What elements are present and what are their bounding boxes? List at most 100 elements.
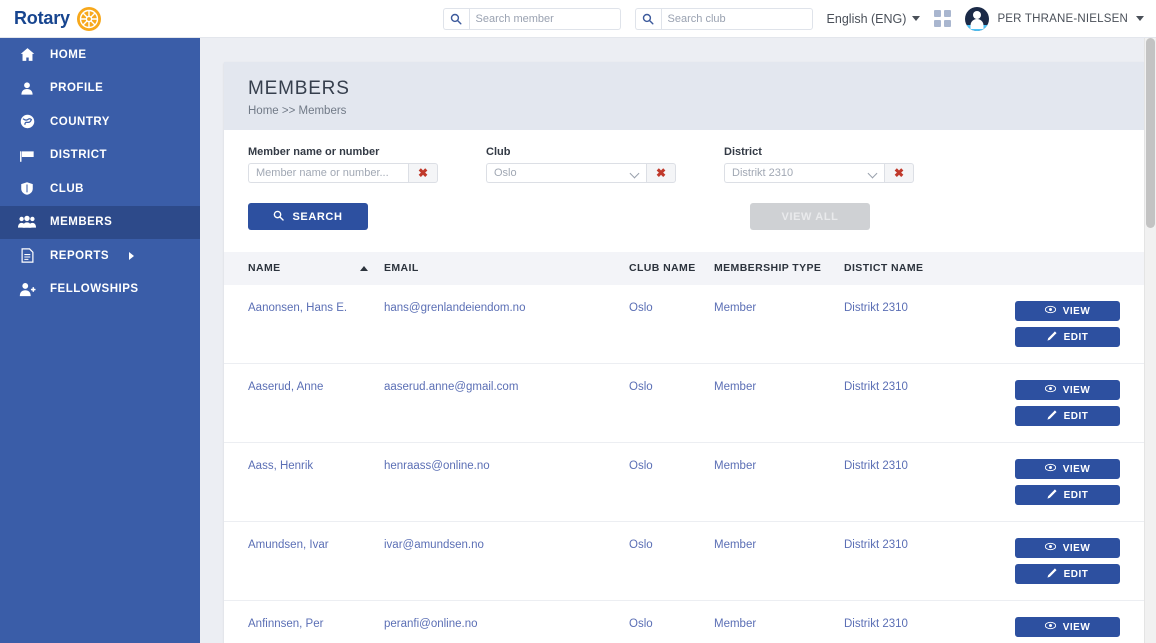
- eye-icon: [1044, 542, 1056, 554]
- view-button[interactable]: VIEW: [1015, 301, 1120, 322]
- header-right-tools: English (ENG) PER THRANE-NIELSEN: [200, 0, 1156, 38]
- edit-button-label: EDIT: [1063, 410, 1089, 422]
- column-header-name[interactable]: NAME: [224, 252, 384, 286]
- globe-icon: [18, 114, 36, 129]
- sidebar-item-label: CLUB: [50, 182, 84, 195]
- search-button[interactable]: SEARCH: [248, 203, 368, 230]
- cell-actions: VIEW EDIT: [944, 363, 1144, 444]
- sidebar-item-fellowships[interactable]: FELLOWSHIPS: [0, 273, 200, 307]
- sort-asc-icon: [360, 266, 368, 271]
- view-all-button[interactable]: VIEW ALL: [750, 203, 870, 230]
- filter-district: District Distrikt 2310 ✖: [724, 146, 914, 183]
- vertical-scrollbar[interactable]: [1144, 38, 1156, 643]
- language-selector[interactable]: English (ENG): [827, 12, 921, 26]
- table-row: Aass, Henrik henraass@online.no Oslo Member…: [224, 442, 1144, 523]
- sidebar-item-district[interactable]: DISTRICT: [0, 139, 200, 173]
- filter-member: Member name or number ✖: [248, 146, 438, 183]
- view-button[interactable]: VIEW: [1015, 380, 1120, 401]
- members-card: MEMBERS Home >> Members Member name or n…: [224, 62, 1144, 643]
- cell-club-name: Oslo: [629, 600, 714, 643]
- cell-actions: VIEW EDIT: [944, 442, 1144, 523]
- pencil-icon: [1047, 410, 1057, 423]
- card-header: MEMBERS Home >> Members: [224, 62, 1144, 130]
- district-select-value: Distrikt 2310: [732, 167, 794, 179]
- sidebar-nav: HOME PROFILE COUNTRY DISTRICT CLUB MEMBE…: [0, 38, 200, 643]
- column-header-email[interactable]: EMAIL: [384, 252, 629, 286]
- chevron-down-icon: [1136, 16, 1144, 21]
- sidebar-item-members[interactable]: MEMBERS: [0, 205, 200, 239]
- user-plus-icon: [18, 282, 36, 297]
- cell-membership-type: Member: [714, 363, 844, 444]
- clear-club-button[interactable]: ✖: [646, 163, 676, 183]
- club-select[interactable]: Oslo: [486, 163, 646, 183]
- cell-club-name: Oslo: [629, 442, 714, 523]
- district-select[interactable]: Distrikt 2310: [724, 163, 884, 183]
- user-menu[interactable]: PER THRANE-NIELSEN: [965, 6, 1144, 31]
- brand-logo[interactable]: Rotary: [0, 0, 200, 38]
- document-icon: [18, 248, 36, 263]
- member-search-icon[interactable]: [442, 7, 469, 30]
- edit-button-label: EDIT: [1063, 568, 1089, 580]
- club-search-icon[interactable]: [634, 7, 661, 30]
- main-content: MEMBERS Home >> Members Member name or n…: [200, 38, 1156, 643]
- clear-district-button[interactable]: ✖: [884, 163, 914, 183]
- sidebar-item-label: DISTRICT: [50, 149, 108, 162]
- cell-name: Aass, Henrik: [224, 442, 384, 523]
- table-row: Anfinnsen, Per peranfi@online.no Oslo Membe…: [224, 600, 1144, 643]
- top-header-bar: Rotary Search member Search club English…: [0, 0, 1156, 38]
- clear-member-button[interactable]: ✖: [408, 163, 438, 183]
- cell-name: Anfinnsen, Per: [224, 600, 384, 643]
- table-row: Aanonsen, Hans E. hans@grenlandeiendom.no…: [224, 285, 1144, 365]
- column-header-actions: [944, 252, 1144, 286]
- sidebar-item-club[interactable]: CLUB: [0, 172, 200, 206]
- filter-club: Club Oslo ✖: [486, 146, 676, 183]
- sidebar-item-country[interactable]: COUNTRY: [0, 105, 200, 139]
- column-header-club-name[interactable]: CLUB NAME: [629, 252, 714, 286]
- view-button[interactable]: VIEW: [1015, 538, 1120, 559]
- sidebar-item-home[interactable]: HOME: [0, 38, 200, 72]
- rotary-wheel-icon: [70, 6, 102, 32]
- eye-icon: [1044, 621, 1056, 633]
- view-button[interactable]: VIEW: [1015, 459, 1120, 480]
- member-name-input[interactable]: [248, 163, 408, 183]
- edit-button-label: EDIT: [1063, 489, 1089, 501]
- action-bar: SEARCH VIEW ALL: [224, 183, 1144, 230]
- column-header-distict-name[interactable]: DISTICT NAME: [844, 252, 944, 286]
- sidebar-item-profile[interactable]: PROFILE: [0, 72, 200, 106]
- language-label: English (ENG): [826, 11, 907, 26]
- cell-distict-name: Distrikt 2310: [844, 600, 944, 643]
- view-button-label: VIEW: [1062, 305, 1091, 317]
- edit-button[interactable]: EDIT: [1015, 485, 1120, 506]
- club-search-input[interactable]: [660, 7, 813, 30]
- sidebar-item-reports[interactable]: REPORTS: [0, 239, 200, 273]
- edit-button[interactable]: EDIT: [1015, 327, 1120, 348]
- filter-district-label: District: [724, 146, 762, 158]
- table-row: Amundsen, Ivar ivar@amundsen.no Oslo Member…: [224, 521, 1144, 602]
- chevron-down-icon: [629, 168, 640, 179]
- scrollbar-thumb[interactable]: [1146, 38, 1155, 228]
- cell-name: Amundsen, Ivar: [224, 521, 384, 602]
- sidebar-item-label: COUNTRY: [50, 115, 110, 128]
- users-icon: [18, 215, 36, 229]
- cell-club-name: Oslo: [629, 521, 714, 602]
- cell-membership-type: Member: [714, 600, 844, 643]
- table-body: Aanonsen, Hans E. hans@grenlandeiendom.no…: [224, 285, 1144, 643]
- members-table: NAME EMAIL CLUB NAME MEMBERSHIP TYPE DIS…: [224, 252, 1144, 643]
- member-search-group: [442, 7, 621, 30]
- page-title: MEMBERS: [248, 78, 350, 99]
- eye-icon: [1044, 305, 1056, 317]
- edit-button[interactable]: EDIT: [1015, 406, 1120, 427]
- view-button[interactable]: VIEW: [1015, 617, 1120, 638]
- edit-button[interactable]: EDIT: [1015, 564, 1120, 585]
- cell-distict-name: Distrikt 2310: [844, 285, 944, 365]
- column-header-membership-type[interactable]: MEMBERSHIP TYPE: [714, 252, 844, 286]
- home-icon: [18, 47, 36, 62]
- view-button-label: VIEW: [1062, 384, 1091, 396]
- flag-icon: [18, 148, 36, 163]
- sidebar-item-label: PROFILE: [50, 82, 104, 95]
- table-row: Aaserud, Anne aaserud.anne@gmail.com Oslo M…: [224, 363, 1144, 444]
- user-icon: [18, 81, 36, 96]
- member-search-input[interactable]: [468, 7, 621, 30]
- view-button-label: VIEW: [1062, 621, 1091, 633]
- grid-apps-icon[interactable]: [934, 10, 952, 27]
